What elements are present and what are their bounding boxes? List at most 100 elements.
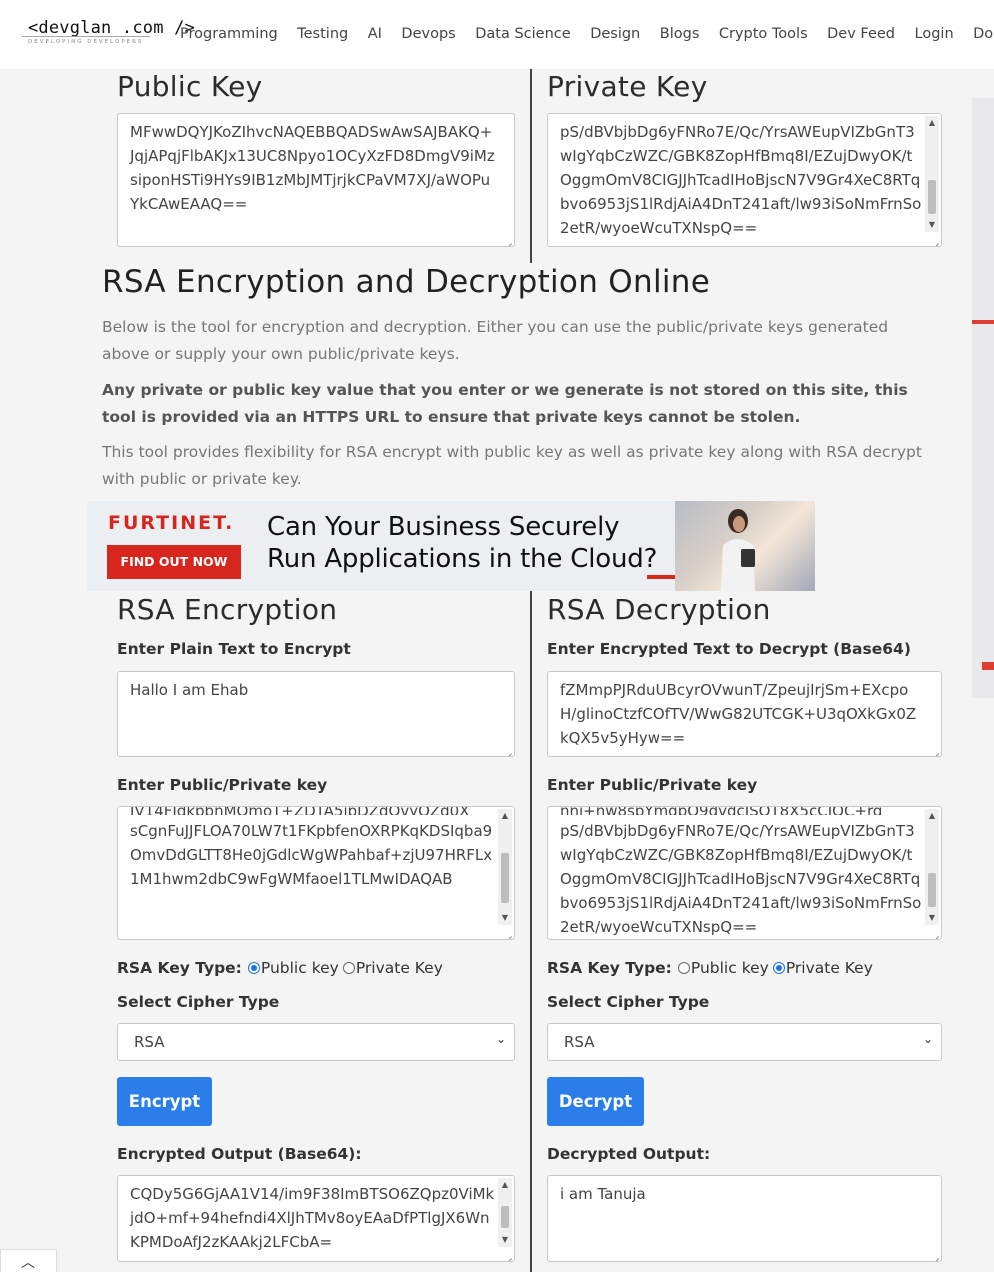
decryption-title: RSA Decryption (547, 593, 771, 626)
resize-handle-icon[interactable] (502, 1249, 512, 1259)
public-key-value: MFwwDQYJKoZIhvcNAQEBBQADSwAwSAJBAKQ+JqjA… (130, 123, 495, 213)
decrypt-cipher-select[interactable]: RSA ⌄ (547, 1023, 942, 1061)
encrypted-output-label: Encrypted Output (Base64): (117, 1145, 362, 1163)
resize-handle-icon[interactable] (502, 234, 512, 244)
side-ad-mark (972, 320, 994, 324)
ad-headline-line2: Run Applications in the Cloud? (267, 544, 658, 574)
decrypt-key-type-group: RSA Key Type: Public key Private Key (547, 959, 873, 977)
resize-handle-icon[interactable] (929, 1249, 939, 1259)
nav-crypto-tools[interactable]: Crypto Tools (719, 26, 808, 42)
resize-handle-icon[interactable] (502, 744, 512, 754)
private-key-title: Private Key (547, 70, 708, 103)
decrypt-key-label: Enter Public/Private key (547, 776, 758, 794)
scroll-thumb[interactable] (928, 180, 936, 214)
fortinet-logo: FURTINET. (108, 512, 235, 534)
private-key-value: pS/dBVbjbDg6yFNRo7E/Qc/YrsAWEupVIZbGnT3w… (560, 123, 922, 237)
chevron-up-icon: ︿ (21, 1255, 35, 1271)
public-key-radio[interactable] (677, 962, 690, 974)
scroll-up-icon[interactable]: ▲ (925, 809, 939, 823)
scroll-up-icon[interactable]: ▲ (925, 116, 939, 130)
encryption-title: RSA Encryption (117, 593, 338, 626)
ad-find-out-button[interactable]: FIND OUT NOW (107, 545, 241, 579)
scroll-thumb[interactable] (501, 1206, 509, 1228)
cipher-selected-value: RSA (134, 1033, 165, 1051)
decrypted-output-label: Decrypted Output: (547, 1145, 711, 1163)
nav-data-science[interactable]: Data Science (475, 26, 570, 42)
nav-ai[interactable]: AI (368, 26, 382, 42)
logo-divider (22, 36, 150, 37)
intro-paragraph: Below is the tool for encryption and dec… (102, 318, 889, 363)
ad-accent-bar (647, 575, 677, 579)
cipher-selected-value: RSA (564, 1033, 595, 1051)
plain-text-value: Hallo I am Ehab (130, 681, 249, 699)
key-type-label: RSA Key Type: (117, 959, 242, 977)
encrypt-button[interactable]: Encrypt (117, 1077, 212, 1126)
logo-tagline: DEVELOPING DEVELOPERS (28, 39, 144, 45)
plain-text-input[interactable]: Hallo I am Ehab (117, 671, 515, 757)
encrypted-output-textarea[interactable]: CQDy5G6GjAA1V14/im9F38ImBTSO6ZQpz0ViMkjd… (117, 1175, 515, 1262)
side-ad-panel (972, 98, 994, 698)
scroll-thumb[interactable] (928, 873, 936, 907)
advertisement-banner[interactable]: FURTINET. FIND OUT NOW Can Your Business… (87, 501, 815, 591)
decrypt-key-value: pS/dBVbjbDg6yFNRo7E/Qc/YrsAWEupVIZbGnT3w… (560, 822, 922, 936)
scroll-down-icon[interactable]: ▼ (498, 911, 512, 925)
encrypted-output-value: CQDy5G6GjAA1V14/im9F38ImBTSO6ZQpz0ViMkjd… (130, 1185, 495, 1251)
encrypted-text-input[interactable]: fZMmpPJRduUBcyrOVwunT/ZpeujIrjSm+EXcpoH/… (547, 671, 942, 757)
resize-handle-icon[interactable] (929, 234, 939, 244)
ad-headline-line1: Can Your Business Securely (267, 512, 620, 542)
plain-text-label: Enter Plain Text to Encrypt (117, 640, 351, 658)
back-to-top-button[interactable]: ︿ (0, 1249, 57, 1272)
encrypt-key-label: Enter Public/Private key (117, 776, 328, 794)
private-key-radio-label[interactable]: Private Key (786, 959, 873, 977)
scroll-down-icon[interactable]: ▼ (925, 218, 939, 232)
encrypted-text-value: fZMmpPJRduUBcyrOVwunT/ZpeujIrjSm+EXcpoH/… (560, 681, 917, 747)
decrypt-key-textarea[interactable]: nnj+nw8spYmgpO9dvdcISOT8X5cCIQC+rg pS/dB… (547, 806, 942, 940)
scroll-thumb[interactable] (501, 853, 509, 903)
scrollbar[interactable]: ▲ ▼ (925, 809, 939, 925)
column-divider (530, 591, 532, 1272)
site-header: <devglan .com /> DEVELOPING DEVELOPERS P… (0, 0, 994, 69)
private-key-radio[interactable] (772, 962, 785, 974)
encrypt-cipher-select[interactable]: RSA ⌄ (117, 1023, 515, 1061)
scrollbar[interactable]: ▲ ▼ (925, 116, 939, 232)
private-key-radio-label[interactable]: Private Key (356, 959, 443, 977)
resize-handle-icon[interactable] (502, 927, 512, 937)
nav-donate[interactable]: Donate (973, 26, 994, 42)
private-key-radio[interactable] (342, 962, 355, 974)
nav-programming[interactable]: Programming (180, 26, 278, 42)
decrypt-button[interactable]: Decrypt (547, 1077, 644, 1126)
public-key-textarea[interactable]: MFwwDQYJKoZIhvcNAQEBBQADSwAwSAJBAKQ+JqjA… (117, 113, 515, 247)
nav-design[interactable]: Design (590, 26, 640, 42)
devglan-logo[interactable]: <devglan .com /> DEVELOPING DEVELOPERS (22, 16, 195, 52)
scroll-up-icon[interactable]: ▲ (498, 1178, 512, 1192)
chevron-down-icon: ⌄ (922, 1032, 933, 1046)
scroll-down-icon[interactable]: ▼ (925, 911, 939, 925)
scrollbar[interactable]: ▲ ▼ (498, 809, 512, 925)
public-key-radio[interactable] (247, 962, 260, 974)
scroll-up-icon[interactable]: ▲ (498, 809, 512, 823)
cipher-type-label: Select Cipher Type (117, 993, 280, 1011)
encrypt-key-value: sCgnFuJJFLOA70LW7t1FKpbfenOXRPKqKDSIqba9… (130, 822, 493, 888)
resize-handle-icon[interactable] (929, 744, 939, 754)
public-key-radio-label[interactable]: Public key (691, 959, 769, 977)
person-with-tablet-image (721, 509, 755, 591)
scroll-down-icon[interactable]: ▼ (498, 1233, 512, 1247)
nav-devops[interactable]: Devops (401, 26, 455, 42)
nav-testing[interactable]: Testing (297, 26, 348, 42)
logo-text: <devglan .com /> (28, 18, 195, 38)
flexibility-paragraph: This tool provides flexibility for RSA e… (102, 443, 922, 488)
resize-handle-icon[interactable] (929, 927, 939, 937)
nav-login[interactable]: Login (915, 26, 954, 42)
private-key-textarea[interactable]: pS/dBVbjbDg6yFNRo7E/Qc/YrsAWEupVIZbGnT3w… (547, 113, 942, 247)
encrypt-key-textarea[interactable]: JV14FJdkpbnMOmoT+ZDTA5jpDZdOvyOZd0X sCgn… (117, 806, 515, 940)
scrollbar[interactable]: ▲ ▼ (498, 1178, 512, 1247)
nav-blogs[interactable]: Blogs (660, 26, 700, 42)
public-key-radio-label[interactable]: Public key (261, 959, 339, 977)
nav-dev-feed[interactable]: Dev Feed (827, 26, 895, 42)
public-key-title: Public Key (117, 70, 263, 103)
security-notice: Any private or public key value that you… (102, 381, 908, 426)
cipher-type-label: Select Cipher Type (547, 993, 710, 1011)
decrypted-output-textarea[interactable]: i am Tanuja (547, 1175, 942, 1262)
chevron-down-icon: ⌄ (495, 1032, 506, 1046)
key-type-label: RSA Key Type: (547, 959, 672, 977)
